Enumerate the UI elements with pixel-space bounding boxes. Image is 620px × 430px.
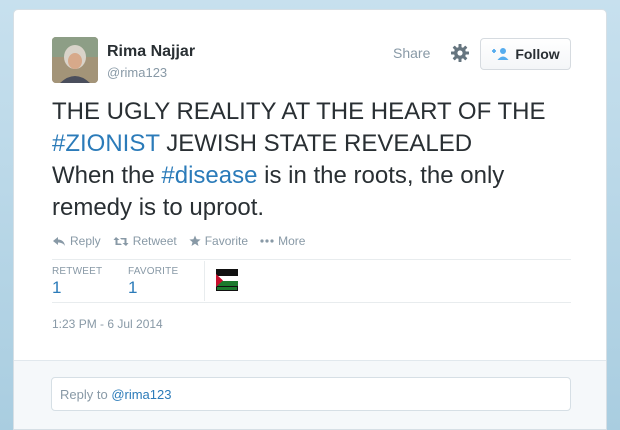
tweet-timestamp[interactable]: 1:23 PM - 6 Jul 2014 [52,317,163,331]
tweet-line-1: THE UGLY REALITY AT THE HEART OF THE [52,98,546,125]
tweet-line-3-pre: When the [52,162,162,189]
retweet-label: Retweet [132,234,177,248]
follow-label: Follow [515,46,560,62]
retweet-stat-label: RETWEET [52,266,103,277]
reply-mention: @rima123 [111,387,172,402]
reply-action[interactable]: Reply [52,234,101,248]
retweet-count[interactable]: 1 [52,278,61,298]
tweet-text: THE UGLY REALITY AT THE HEART OF THE #ZI… [52,96,582,224]
favorite-action[interactable]: Favorite [189,234,248,248]
hashtag-disease[interactable]: #disease [161,162,257,189]
star-icon [189,235,201,246]
favoriter-avatar[interactable] [216,269,238,291]
reply-label: Reply [70,234,101,248]
stats-separator [204,261,205,301]
reply-area: Reply to @rima123 [14,360,606,429]
hashtag-zionist[interactable]: #ZIONIST [52,130,160,157]
share-button[interactable]: Share [393,45,430,61]
tweet-line-2: JEWISH STATE REVEALED [159,130,473,157]
favorite-stat-label: FAVORITE [128,266,179,277]
retweet-icon [113,236,129,246]
more-dots-icon [260,239,274,243]
favorite-count[interactable]: 1 [128,278,137,298]
reply-icon [53,236,65,246]
author-avatar[interactable] [52,37,98,83]
more-action[interactable]: More [260,234,305,248]
reply-input[interactable]: Reply to @rima123 [51,377,571,411]
author-name[interactable]: Rima Najjar [107,43,195,61]
follow-button[interactable]: Follow [480,38,571,70]
divider-top [52,259,571,260]
retweet-action[interactable]: Retweet [113,234,177,248]
tweet-actions: Reply Retweet Favorite More [52,234,305,248]
add-user-icon [492,48,509,60]
gear-icon[interactable] [450,43,470,63]
favorite-label: Favorite [204,234,249,248]
more-label: More [278,234,306,248]
divider-bottom [52,302,571,303]
author-handle[interactable]: @rima123 [107,65,167,80]
tweet-card: Rima Najjar @rima123 Share Follow THE UG… [13,9,607,430]
reply-prefix: Reply to [60,387,112,402]
